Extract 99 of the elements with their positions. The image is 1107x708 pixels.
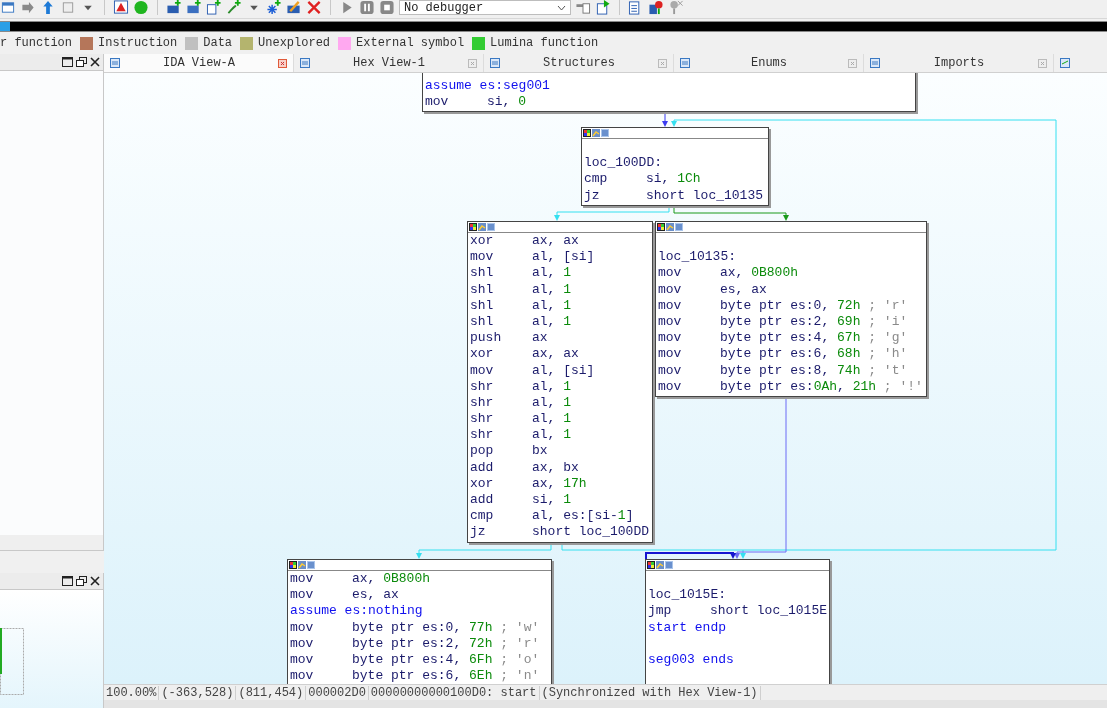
code-line: mov byte ptr es:4, 6Fh ; 'o' bbox=[290, 651, 541, 669]
code-line: jmp short loc_1015E bbox=[648, 603, 827, 620]
code-line: jz short loc_10135 bbox=[584, 187, 765, 204]
graph-icon bbox=[592, 129, 600, 137]
window-icon bbox=[110, 58, 120, 68]
window-icon[interactable] bbox=[0, 0, 16, 15]
status-text: 100.00% bbox=[104, 685, 160, 700]
legend-label: Unexplored bbox=[258, 36, 331, 50]
code-line: mov al, [si] bbox=[470, 249, 596, 266]
maximize-icon[interactable] bbox=[62, 576, 73, 586]
code-line: mov byte ptr es:2, 69h ; 'i' bbox=[658, 313, 909, 331]
code-line: shr al, 1 bbox=[470, 394, 573, 412]
code-line: mov al, [si] bbox=[470, 362, 596, 379]
code-line: mov es, ax bbox=[658, 281, 768, 298]
graph-overview-drawing bbox=[0, 628, 24, 695]
status-text: 000002D0 bbox=[306, 685, 369, 700]
list-icon bbox=[675, 223, 683, 231]
warning-icon[interactable] bbox=[113, 0, 129, 15]
code-directive: start endp bbox=[648, 619, 727, 636]
code-line: shr al, 1 bbox=[470, 411, 573, 428]
code-line: mov ax, 0B800h bbox=[658, 265, 800, 282]
window-icon bbox=[490, 58, 500, 68]
code-line: shl al, 1 bbox=[470, 297, 573, 314]
code-directive: assume es:nothing bbox=[290, 603, 424, 620]
code-line: add si, 1 bbox=[470, 492, 573, 509]
circle-icon[interactable] bbox=[133, 0, 149, 15]
code-line: cmp si, 1Ch bbox=[584, 171, 702, 188]
palette-icon bbox=[583, 129, 591, 137]
palette-icon bbox=[647, 561, 655, 569]
legend-label: r function bbox=[0, 36, 72, 50]
caret-icon[interactable] bbox=[557, 4, 566, 11]
code-line: shl al, 1 bbox=[470, 265, 573, 282]
restore-icon[interactable] bbox=[76, 576, 87, 586]
code-line: mov byte ptr es:0, 72h ; 'r' bbox=[658, 297, 909, 314]
code-line: mov ax, 0B800h bbox=[290, 571, 432, 588]
play-doc-icon[interactable] bbox=[595, 0, 611, 15]
forward-icon[interactable] bbox=[20, 0, 36, 15]
close-icon[interactable] bbox=[90, 576, 100, 586]
asterisk-icon[interactable] bbox=[266, 0, 282, 15]
code-line: xor ax, ax bbox=[470, 233, 580, 250]
code-line: add ax, bx bbox=[470, 459, 580, 476]
window-icon bbox=[870, 58, 880, 68]
restore-icon[interactable] bbox=[76, 57, 87, 67]
code-line: mov byte ptr es:4, 67h ; 'g' bbox=[658, 330, 909, 347]
palette-icon bbox=[657, 223, 665, 231]
code-directive: assume es:seg001 bbox=[425, 78, 551, 95]
list-icon bbox=[601, 129, 609, 137]
legend-label: External symbol bbox=[356, 36, 465, 50]
code-line: push ax bbox=[470, 330, 549, 347]
window-icon bbox=[300, 58, 310, 68]
graph-icon bbox=[666, 223, 674, 231]
legend-label: Lumina function bbox=[490, 36, 599, 50]
palette-icon bbox=[289, 561, 297, 569]
code-directive: seg003 ends bbox=[648, 651, 735, 669]
code-line: cmp al, es:[si-1] bbox=[470, 508, 635, 525]
code-line: pop bx bbox=[470, 443, 549, 460]
close-icon[interactable] bbox=[90, 57, 100, 67]
list-icon bbox=[307, 561, 315, 569]
pause-icon[interactable] bbox=[359, 0, 375, 15]
code-line: xor ax, ax bbox=[470, 346, 580, 363]
status-text: (-363,528) bbox=[159, 685, 237, 700]
code-line: mov byte ptr es:6, 68h ; 'h' bbox=[658, 346, 909, 363]
code-label: loc_100DD: bbox=[584, 155, 663, 172]
pin-icon[interactable] bbox=[648, 0, 664, 15]
code-line: mov byte ptr es:0, 77h ; 'w' bbox=[290, 619, 541, 636]
code-line: shr al, 1 bbox=[470, 427, 573, 444]
legend-label: Instruction bbox=[98, 36, 178, 50]
code-line: mov byte ptr es:2, 72h ; 'r' bbox=[290, 635, 541, 652]
debugger-select[interactable]: No debugger bbox=[399, 0, 571, 15]
code-label: loc_1015E: bbox=[648, 587, 727, 604]
pencil-icon[interactable] bbox=[286, 0, 302, 15]
legend-label: Data bbox=[203, 36, 233, 50]
list-icon bbox=[665, 561, 673, 569]
code-line: mov si, 0 bbox=[425, 94, 528, 111]
status-text: (811,454) bbox=[236, 685, 307, 700]
window-icon bbox=[680, 58, 690, 68]
arrow-up-icon[interactable] bbox=[40, 0, 56, 15]
code-line: jz short loc_100DD bbox=[470, 524, 650, 541]
code-label: loc_10135: bbox=[658, 249, 737, 266]
graph-icon bbox=[298, 561, 306, 569]
maximize-icon[interactable] bbox=[62, 57, 73, 67]
status-text: (Synchronized with Hex View-1) bbox=[539, 685, 761, 700]
stop-icon[interactable] bbox=[379, 0, 395, 15]
tab-icon[interactable] bbox=[1060, 58, 1070, 68]
code-line: shr al, 1 bbox=[470, 378, 573, 395]
graph-icon bbox=[656, 561, 664, 569]
code-line: mov byte ptr es:6, 6Eh ; 'n' bbox=[290, 668, 541, 684]
code-line: xor ax, 17h bbox=[470, 475, 588, 492]
code-line: shl al, 1 bbox=[470, 281, 573, 298]
list-icon bbox=[487, 223, 495, 231]
graph-icon bbox=[478, 223, 486, 231]
code-line: mov es, ax bbox=[290, 587, 400, 604]
code-line: shl al, 1 bbox=[470, 313, 573, 331]
tab[interactable]: IDA View-A bbox=[104, 54, 294, 72]
code-line: mov byte ptr es:8, 74h ; 't' bbox=[658, 362, 909, 379]
cross-icon[interactable] bbox=[306, 0, 322, 15]
palette-icon bbox=[469, 223, 477, 231]
status-text: 00000000000100D0: start bbox=[368, 685, 540, 700]
code-line: mov byte ptr es:0Ah, 21h ; '!' bbox=[658, 378, 924, 395]
